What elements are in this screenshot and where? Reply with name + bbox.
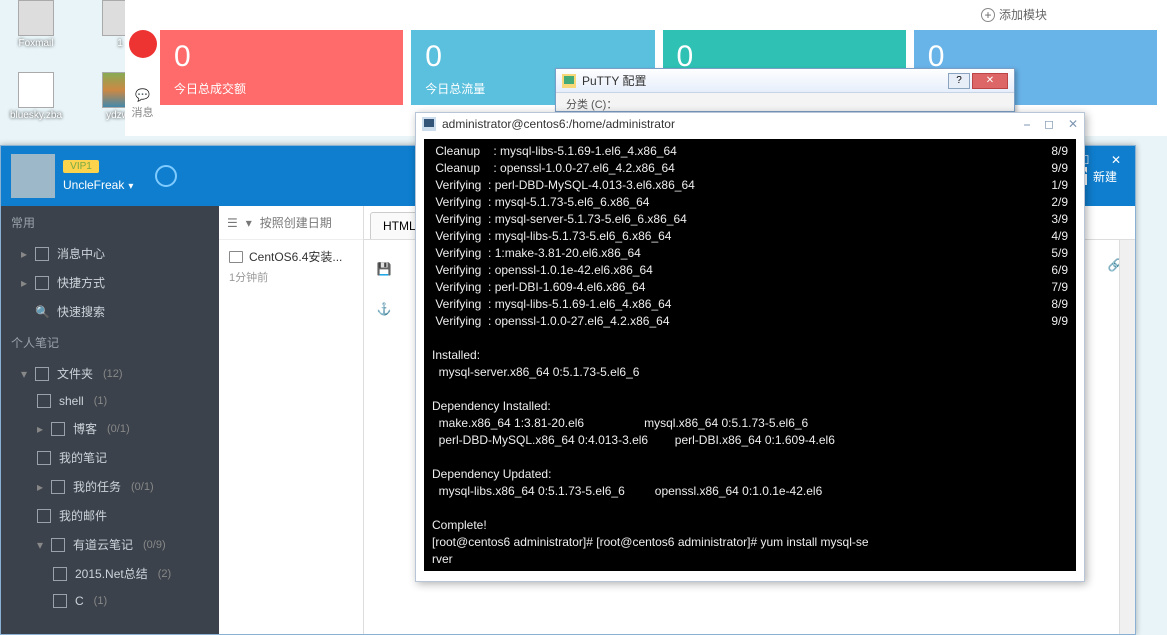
vip-badge: VIP1 xyxy=(63,160,99,173)
avatar[interactable] xyxy=(11,154,55,198)
window-title: administrator@centos6:/home/administrato… xyxy=(442,117,675,131)
card-caption: 今日总成交额 xyxy=(174,80,389,97)
sidebar: 常用 ▸消息中心 ▸快捷方式 🔍快速搜索 个人笔记 ▾文件夹(12) shell… xyxy=(1,206,219,634)
search-icon: 🔍 xyxy=(35,305,49,319)
minimize-button[interactable]: ⎯ xyxy=(1024,117,1030,132)
notebook-icon xyxy=(229,251,243,263)
red-circle-icon[interactable] xyxy=(129,30,157,58)
close-button[interactable]: ✕ xyxy=(1101,150,1131,170)
scrollbar[interactable] xyxy=(1119,240,1135,634)
chevron-down-icon: ▾ xyxy=(246,216,252,230)
shortcut-icon xyxy=(35,276,49,290)
desktop-icons: Foxmail 1 bluesky.zba ydzwx xyxy=(0,0,125,145)
window-title: PuTTY 配置 xyxy=(582,72,646,89)
plus-circle-icon: + xyxy=(981,8,995,22)
sidebar-item-folders[interactable]: ▾文件夹(12) xyxy=(1,359,219,388)
folder-icon xyxy=(51,422,65,436)
sidebar-item-c[interactable]: C(1) xyxy=(1,588,219,614)
sidebar-item-quicksearch[interactable]: 🔍快速搜索 xyxy=(1,297,219,326)
folder-icon xyxy=(37,451,51,465)
card-transactions[interactable]: 0 今日总成交额 xyxy=(160,30,403,105)
envelope-icon xyxy=(35,247,49,261)
maximize-button[interactable]: ◻ xyxy=(1044,117,1054,132)
terminal-output[interactable]: Cleanup : mysql-libs-5.1.69-1.el6_4.x86_… xyxy=(424,139,1076,571)
chevron-right-icon: ▸ xyxy=(37,422,43,436)
sidebar-section-personal: 个人笔记 xyxy=(1,326,219,359)
list-item-time: 1分钟前 xyxy=(229,269,353,285)
editor-left-tools: 💾 ⚓ xyxy=(364,244,404,320)
sidebar-item-2015net[interactable]: 2015.Net总结(2) xyxy=(1,559,219,588)
sidebar-item-mymail[interactable]: 我的邮件 xyxy=(1,501,219,530)
desktop-icon-foxmail[interactable]: Foxmail xyxy=(8,0,64,49)
putty-config-titlebar[interactable]: PuTTY 配置 ? ✕ xyxy=(556,69,1014,93)
putty-config-window: PuTTY 配置 ? ✕ 分类 (C)： xyxy=(555,68,1015,112)
chevron-right-icon: ▸ xyxy=(37,480,43,494)
help-button[interactable]: ? xyxy=(948,73,970,89)
folder-icon xyxy=(53,594,67,608)
sidebar-item-youdao[interactable]: ▾有道云笔记(0/9) xyxy=(1,530,219,559)
note-list-sort[interactable]: ☰ ▾ 按照创建日期 xyxy=(219,206,363,240)
desktop-icon-bluesky[interactable]: bluesky.zba xyxy=(8,72,64,121)
folder-icon xyxy=(35,367,49,381)
putty-icon xyxy=(422,117,436,131)
sidebar-item-mynotes[interactable]: 我的笔记 xyxy=(1,443,219,472)
chevron-down-icon: ▾ xyxy=(128,181,133,192)
card-number: 0 xyxy=(174,40,389,74)
folder-icon xyxy=(51,480,65,494)
sync-icon[interactable] xyxy=(155,165,177,187)
sidebar-item-shell[interactable]: shell(1) xyxy=(1,388,219,414)
chevron-right-icon: ▸ xyxy=(21,247,27,261)
sidebar-item-messages[interactable]: ▸消息中心 xyxy=(1,239,219,268)
add-module-button[interactable]: +添加模块 xyxy=(981,6,1047,23)
close-button[interactable]: ✕ xyxy=(972,73,1008,89)
app-exe-icon xyxy=(18,0,54,36)
document-icon xyxy=(18,72,54,108)
putty-icon xyxy=(562,74,576,88)
sidebar-item-mytasks[interactable]: ▸我的任务(0/1) xyxy=(1,472,219,501)
sidebar-item-blog[interactable]: ▸博客(0/1) xyxy=(1,414,219,443)
sidebar-section-common: 常用 xyxy=(1,206,219,239)
terminal-titlebar[interactable]: administrator@centos6:/home/administrato… xyxy=(416,113,1084,135)
folder-icon xyxy=(37,509,51,523)
message-bubble-icon[interactable]: 💬 xyxy=(125,88,160,102)
list-item[interactable]: CentOS6.4安装... 1分钟前 xyxy=(219,240,363,293)
chevron-down-icon: ▾ xyxy=(37,538,43,552)
folder-icon xyxy=(51,538,65,552)
folder-icon xyxy=(37,394,51,408)
list-toggle-icon: ☰ xyxy=(227,216,238,230)
chevron-right-icon: ▸ xyxy=(21,276,27,290)
side-message-label: 消息 xyxy=(125,104,160,120)
save-icon[interactable]: 💾 xyxy=(373,258,395,280)
dashboard-side: 💬 消息 xyxy=(125,30,160,135)
sidebar-item-shortcuts[interactable]: ▸快捷方式 xyxy=(1,268,219,297)
terminal-window: administrator@centos6:/home/administrato… xyxy=(415,112,1085,582)
anchor-icon[interactable]: ⚓ xyxy=(373,298,395,320)
note-list-pane: ☰ ▾ 按照创建日期 CentOS6.4安装... 1分钟前 xyxy=(219,206,364,634)
close-button[interactable]: ✕ xyxy=(1068,117,1078,132)
folder-icon xyxy=(53,567,67,581)
user-box[interactable]: VIP1 UncleFreak▾ xyxy=(63,160,133,192)
chevron-down-icon: ▾ xyxy=(21,367,27,381)
username-label[interactable]: UncleFreak▾ xyxy=(63,177,133,192)
